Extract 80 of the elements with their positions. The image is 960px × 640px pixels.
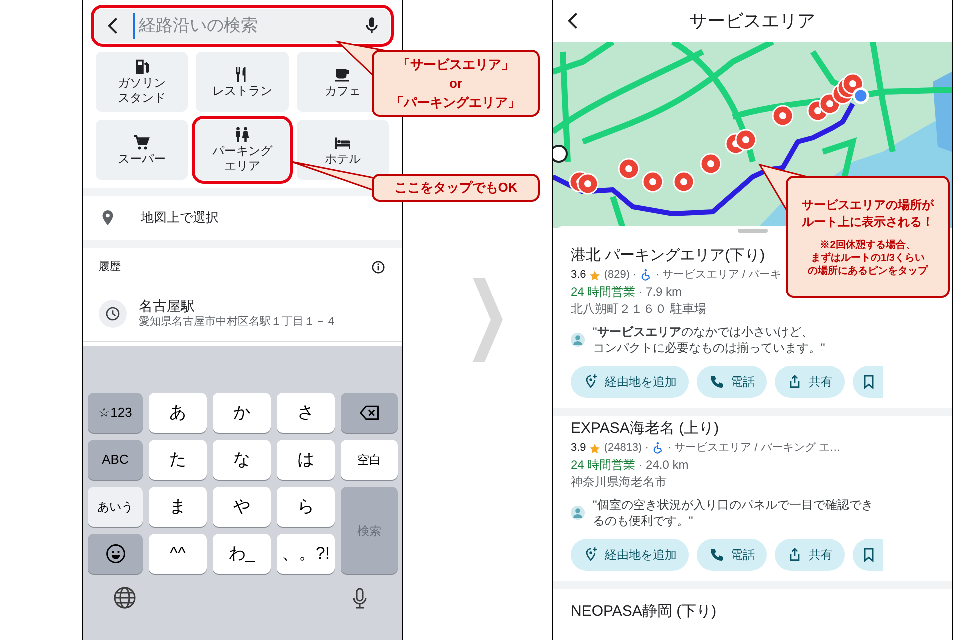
action-button[interactable]: 電話 — [697, 539, 767, 571]
place-name[interactable]: NEOPASA静岡 (下り) — [571, 601, 717, 623]
callout-text: 「パーキングエリア」 — [391, 94, 521, 112]
keyboard-key[interactable]: ABC — [88, 440, 143, 480]
callout-note: ※2回休憩する場合、 — [820, 238, 916, 252]
keyboard-key[interactable] — [88, 534, 143, 574]
keyboard-key[interactable]: ☆123 — [88, 393, 143, 433]
opening-hours: 24 時間営業 — [571, 457, 636, 474]
chevron-arrow-icon — [473, 278, 503, 362]
key[interactable]: は — [277, 440, 335, 480]
keyboard-key[interactable]: 空白 — [341, 440, 398, 480]
phone-icon — [709, 374, 725, 390]
action-button[interactable]: 経由地を追加 — [571, 366, 689, 398]
bookmark-button[interactable] — [853, 366, 883, 398]
phone-icon — [709, 547, 725, 563]
callout-text: or — [450, 75, 462, 93]
key[interactable]: か — [213, 393, 271, 433]
action-button[interactable]: 共有 — [775, 539, 845, 571]
place-category: · サービスエリア / パーキング エ… — [668, 441, 841, 456]
action-button[interactable]: 共有 — [775, 366, 845, 398]
star-icon — [589, 270, 602, 282]
category-button[interactable]: ガソリン スタンド — [96, 52, 188, 112]
review-quote: コンパクトに必要なものは揃っています。" — [593, 340, 826, 356]
place-name: 名古屋駅 — [139, 297, 196, 315]
map-select-option[interactable]: 地図上で選択 — [141, 208, 219, 228]
rating-value: 3.6 — [571, 268, 586, 283]
callout-note: まずはルートの1/3くらい — [811, 252, 925, 264]
review-count: (24813) · — [604, 441, 649, 456]
drag-handle[interactable] — [738, 229, 768, 233]
star-icon — [589, 442, 602, 454]
action-button[interactable]: 経由地を追加 — [571, 539, 689, 571]
callout-text: サービスエリアの場所が — [802, 196, 934, 214]
screen-title: サービスエリア — [690, 10, 816, 32]
clock-icon — [99, 300, 127, 328]
bookmark-button[interactable] — [853, 539, 883, 571]
history-item[interactable]: 名古屋駅 愛知県名古屋市中村区名駅１丁目１－４ — [83, 286, 402, 342]
key[interactable]: な — [213, 440, 271, 480]
action-button[interactable]: 電話 — [697, 366, 767, 398]
user-avatar-icon — [571, 506, 585, 520]
distance: · 24.0 km — [638, 457, 689, 474]
category-button[interactable]: スーパー — [96, 120, 188, 180]
key[interactable]: た — [149, 440, 207, 480]
place-address: 北八朔町２１６０ 駐車場 — [571, 301, 708, 318]
place-address: 愛知県名古屋市中村区名駅１丁目１－４ — [139, 315, 337, 330]
key[interactable]: ま — [149, 487, 207, 527]
key[interactable]: ら — [277, 487, 335, 527]
shopping-cart-icon — [133, 134, 152, 152]
key[interactable]: さ — [277, 393, 335, 433]
section-heading: 履歴 — [99, 260, 121, 275]
distance: · 7.9 km — [638, 284, 682, 301]
place-address: 神奈川県海老名市 — [571, 474, 668, 491]
key[interactable]: ^^ — [149, 534, 207, 574]
info-icon — [371, 260, 386, 274]
review-quote: "サービスエリアのなかでは小さいけど、 — [593, 324, 814, 340]
place-category: · サービスエリア / パーキ — [656, 268, 782, 283]
smiley-icon — [104, 543, 126, 565]
key[interactable]: あ — [149, 393, 207, 433]
user-avatar-icon — [571, 333, 585, 347]
callout-note: の場所にあるピンをタップ — [808, 264, 928, 278]
wheelchair-icon — [652, 442, 665, 455]
keyboard-key[interactable] — [341, 393, 398, 433]
callout-text: 「サービスエリア」 — [398, 56, 514, 74]
wheelchair-icon — [640, 269, 653, 282]
keyboard-key[interactable]: あいう — [88, 487, 143, 527]
category-button[interactable]: ホテル — [296, 120, 389, 180]
place-name[interactable]: 港北 パーキングエリア(下り) — [571, 245, 766, 267]
opening-hours: 24 時間営業 — [571, 284, 636, 301]
callout-text: ここをタップでもOK — [394, 179, 518, 197]
key[interactable]: 、。?! — [277, 534, 335, 574]
rating-value: 3.9 — [571, 441, 586, 456]
key[interactable]: わ_ — [213, 534, 271, 574]
search-input[interactable]: 経路沿いの検索 — [133, 13, 354, 39]
review-quote: るのも便利です。" — [593, 513, 694, 529]
category-button[interactable]: レストラン — [196, 52, 289, 112]
place-name[interactable]: EXPASA海老名 (上り) — [571, 418, 720, 440]
review-count: (829) · — [604, 268, 637, 283]
key[interactable]: や — [213, 487, 271, 527]
review-quote: "個室の空き状況が入り口のパネルで一目で確認でき — [593, 497, 874, 513]
callout-text: ルート上に表示される！ — [802, 214, 934, 230]
globe-icon — [113, 586, 137, 610]
